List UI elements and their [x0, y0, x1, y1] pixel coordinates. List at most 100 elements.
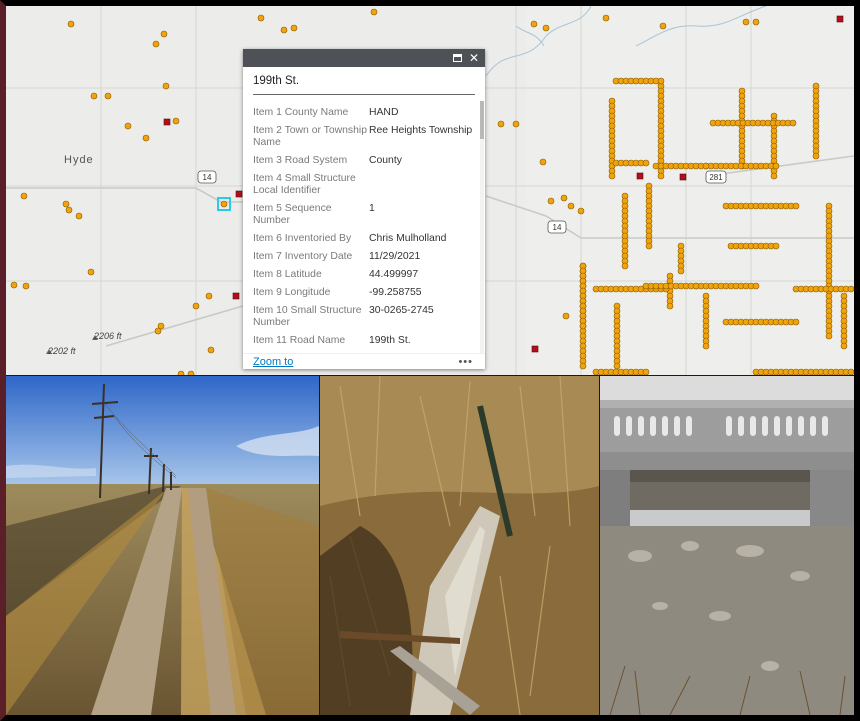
feature-marker[interactable]	[207, 346, 215, 354]
feature-marker[interactable]	[621, 262, 629, 270]
route-shield-us14-a: 14	[197, 170, 217, 184]
feature-marker[interactable]	[702, 162, 710, 170]
feature-marker[interactable]	[608, 172, 616, 180]
feature-marker[interactable]	[772, 242, 780, 250]
feature-marker[interactable]	[659, 22, 667, 30]
attribute-value: 30-0265-2745	[369, 305, 434, 316]
feature-marker[interactable]	[177, 370, 185, 375]
popup-scrollbar-thumb[interactable]	[480, 101, 484, 139]
feature-marker[interactable]	[577, 207, 585, 215]
map-view[interactable]: 14 14 281 Hyde 2206 ft 2202 ft ✕ 199th S…	[6, 6, 854, 375]
feature-marker[interactable]	[657, 172, 665, 180]
feature-marker[interactable]	[812, 152, 820, 160]
popup-scrollbar-track[interactable]	[480, 101, 484, 355]
feature-marker[interactable]	[172, 117, 180, 125]
feature-marker[interactable]	[560, 194, 568, 202]
feature-marker[interactable]	[567, 202, 575, 210]
feature-marker[interactable]	[124, 122, 132, 130]
feature-marker[interactable]	[602, 14, 610, 22]
feature-marker[interactable]	[847, 368, 854, 375]
zoom-to-link[interactable]: Zoom to	[253, 356, 293, 368]
route-shield-us281: 281	[705, 170, 727, 184]
feature-marker[interactable]	[825, 332, 833, 340]
feature-marker[interactable]	[539, 158, 547, 166]
feature-marker[interactable]	[547, 197, 555, 205]
feature-marker[interactable]	[67, 20, 75, 28]
feature-marker[interactable]	[657, 77, 665, 85]
more-actions-button[interactable]: •••	[458, 356, 473, 368]
feature-marker[interactable]	[162, 82, 170, 90]
popup-attribute-row: Item 11 Road Name 199th St.	[253, 335, 485, 347]
feature-marker[interactable]	[187, 370, 195, 375]
feature-marker[interactable]	[702, 342, 710, 350]
popup-attribute-row: Item 9 Longitude -99.258755	[253, 287, 485, 299]
attribute-label: Item 9 Longitude	[253, 287, 331, 298]
popup-header: ✕	[243, 49, 485, 67]
close-icon[interactable]: ✕	[469, 52, 479, 64]
attribute-label: Item 2 Town or Township Name	[253, 125, 367, 148]
feature-marker[interactable]	[104, 92, 112, 100]
feature-marker[interactable]	[160, 30, 168, 38]
feature-marker[interactable]	[613, 362, 621, 370]
feature-marker[interactable]	[642, 159, 650, 167]
feature-marker[interactable]	[530, 20, 538, 28]
attribute-label: Item 11 Road Name	[253, 335, 346, 346]
feature-marker[interactable]	[512, 120, 520, 128]
attribute-label: Item 6 Inventoried By	[253, 233, 352, 244]
feature-marker[interactable]	[10, 281, 18, 289]
feature-marker[interactable]	[370, 8, 378, 16]
feature-marker[interactable]	[280, 26, 288, 34]
feature-marker[interactable]	[772, 162, 780, 170]
attribute-value: Chris Mulholland	[369, 233, 447, 244]
feature-marker[interactable]	[497, 120, 505, 128]
feature-marker[interactable]	[789, 119, 797, 127]
feature-marker[interactable]	[847, 285, 854, 293]
feature-marker[interactable]	[154, 327, 162, 335]
feature-marker[interactable]	[542, 24, 550, 32]
attribute-label: Item 4 Small Structure Local Identifier	[253, 173, 356, 196]
attribute-value: 199th St.	[369, 335, 411, 346]
feature-marker[interactable]	[152, 40, 160, 48]
popup-attribute-row: Item 10 Small Structure Number 30-0265-27…	[253, 305, 485, 329]
feature-marker[interactable]	[770, 172, 778, 180]
photo-concrete-bridge	[600, 376, 854, 715]
feature-marker[interactable]	[666, 302, 674, 310]
popup-attribute-list[interactable]: Item 1 County Name HAND Item 2 Town or Tow…	[243, 101, 485, 355]
feature-marker[interactable]	[20, 192, 28, 200]
feature-marker[interactable]	[257, 14, 265, 22]
feature-marker[interactable]	[142, 134, 150, 142]
popup-footer: Zoom to •••	[243, 353, 485, 369]
feature-marker[interactable]	[205, 292, 213, 300]
feature-marker[interactable]	[642, 368, 650, 375]
feature-marker[interactable]	[65, 206, 73, 214]
photo-culvert-marker	[320, 376, 599, 715]
feature-marker[interactable]	[62, 200, 70, 208]
popup-title: 199th St.	[253, 75, 475, 95]
attribute-label: Item 7 Inventory Date	[253, 251, 353, 262]
feature-marker[interactable]	[840, 342, 848, 350]
feature-marker[interactable]	[87, 268, 95, 276]
feature-marker[interactable]	[677, 267, 685, 275]
feature-marker[interactable]	[792, 202, 800, 210]
attribute-label: Item 5 Sequence Number	[253, 203, 332, 226]
popup-attribute-row: Item 5 Sequence Number 1	[253, 203, 485, 227]
feature-marker[interactable]	[742, 18, 750, 26]
feature-marker[interactable]	[752, 282, 760, 290]
feature-marker[interactable]	[75, 212, 83, 220]
feature-marker[interactable]	[562, 312, 570, 320]
feature-popup[interactable]: ✕ 199th St. Item 1 County Name HAND Item 2…	[243, 49, 485, 369]
feature-marker[interactable]	[22, 282, 30, 290]
feature-marker[interactable]	[792, 318, 800, 326]
feature-marker[interactable]	[645, 242, 653, 250]
attribute-value	[369, 173, 475, 197]
feature-marker[interactable]	[290, 24, 298, 32]
feature-marker[interactable]	[90, 92, 98, 100]
feature-marker[interactable]	[192, 302, 200, 310]
feature-marker[interactable]	[579, 322, 587, 330]
feature-marker[interactable]	[579, 362, 587, 370]
feature-marker[interactable]	[692, 282, 700, 290]
feature-marker[interactable]	[752, 18, 760, 26]
attribute-label: Item 8 Latitude	[253, 269, 322, 280]
maximize-icon[interactable]	[452, 54, 462, 62]
elevation-label: 2206 ft	[94, 331, 122, 341]
